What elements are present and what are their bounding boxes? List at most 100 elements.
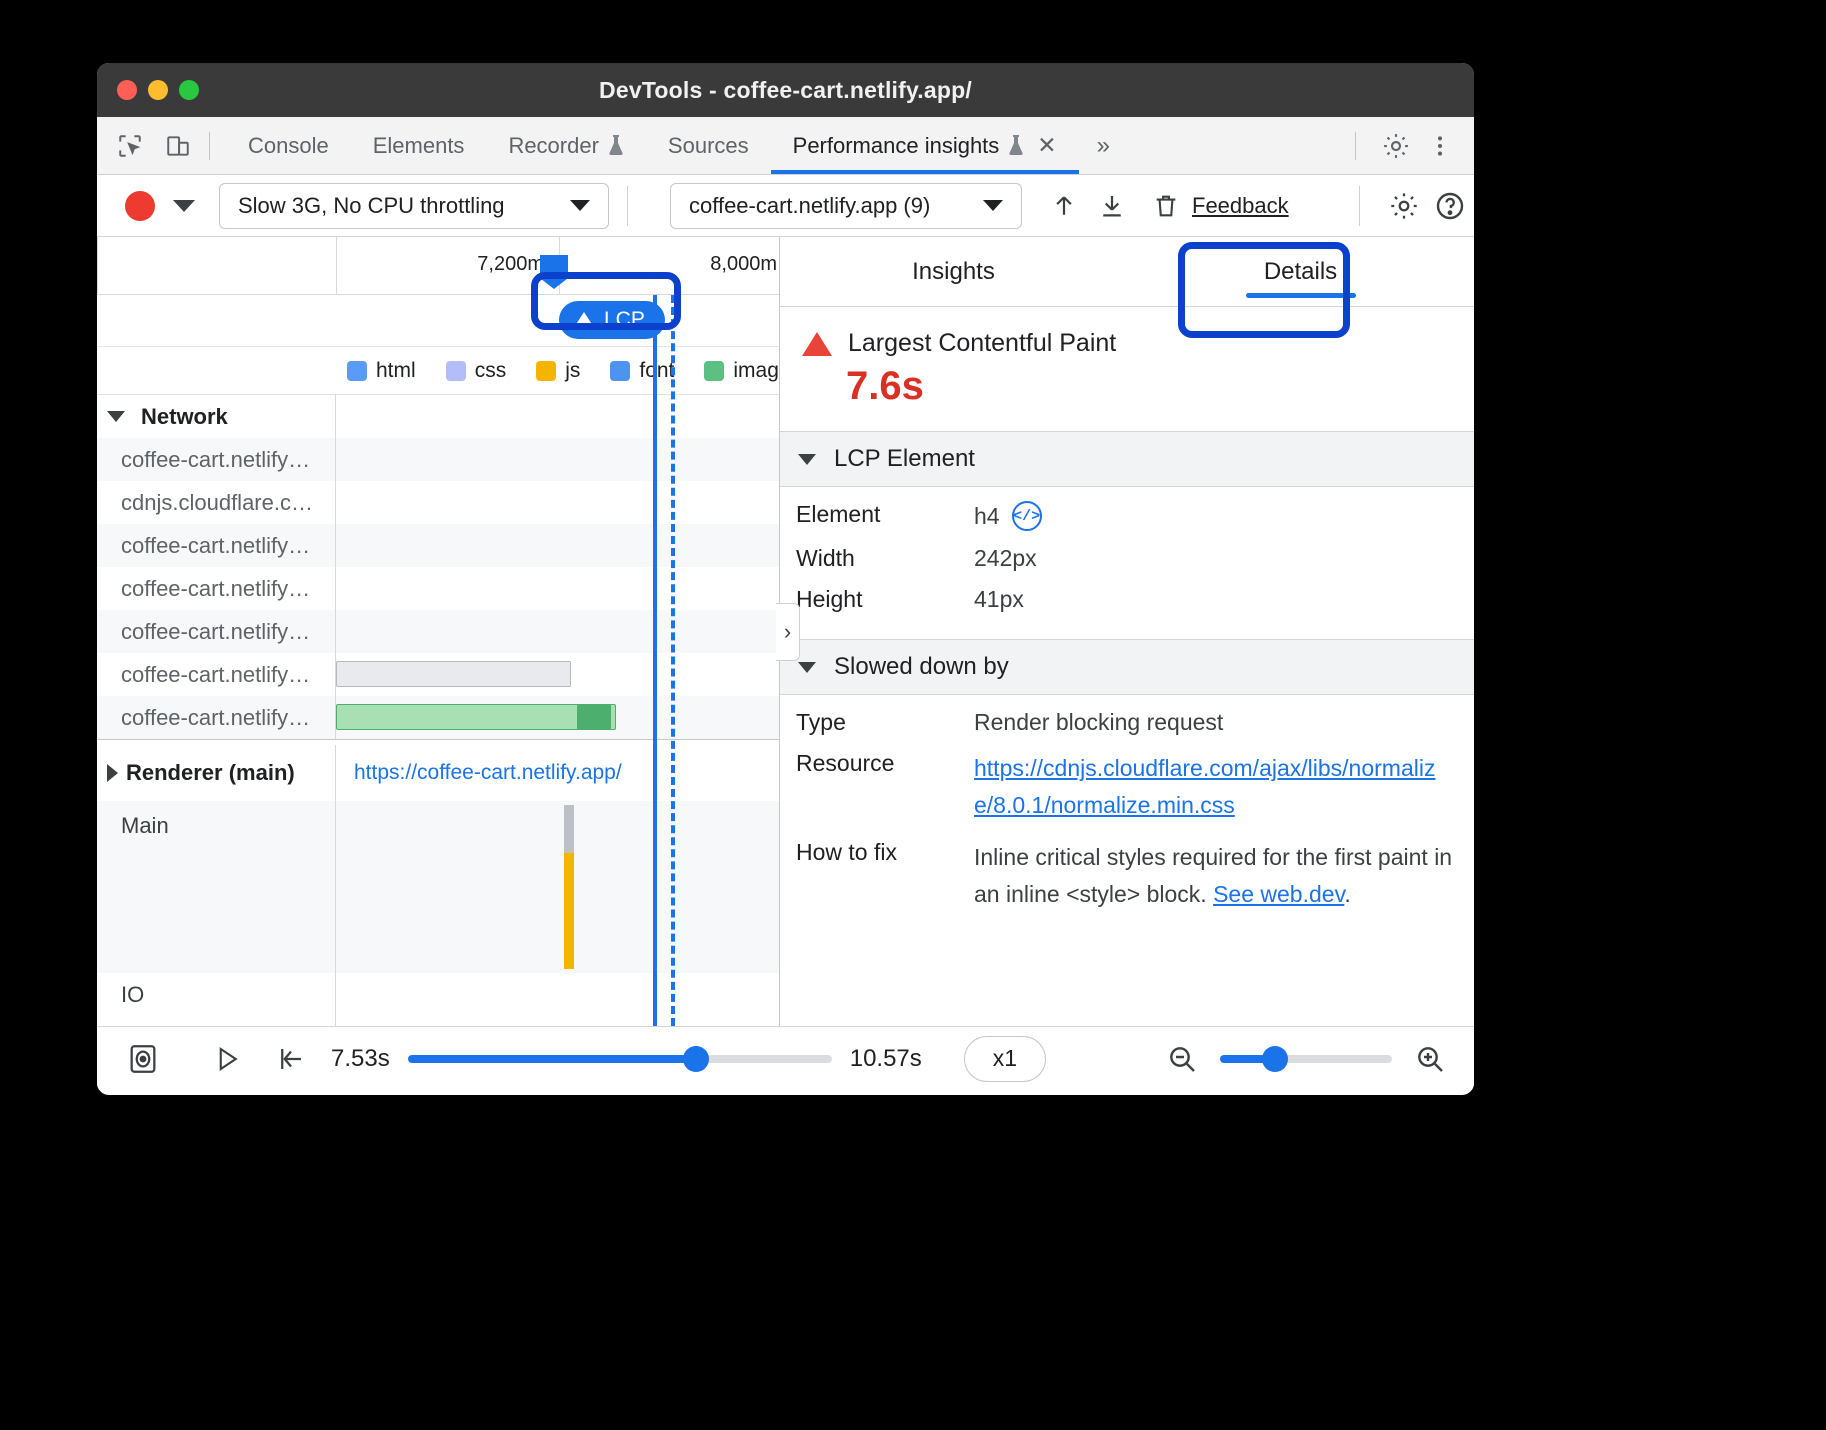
- legend-swatch: [610, 361, 630, 381]
- timeline-ruler[interactable]: 7,200ms 8,000m: [97, 237, 779, 295]
- time-range-slider[interactable]: [408, 1055, 832, 1063]
- playback-speed-button[interactable]: x1: [964, 1036, 1046, 1082]
- jump-to-start-icon[interactable]: [269, 1037, 313, 1081]
- renderer-track: https://coffee-cart.netlify.app/: [336, 745, 779, 801]
- recording-select[interactable]: coffee-cart.netlify.app (9): [670, 183, 1022, 229]
- tab-insights[interactable]: Insights: [780, 237, 1127, 306]
- service-worker-row[interactable]: Service Worker: [97, 1016, 779, 1026]
- table-row[interactable]: coffee-cart.netlify…: [97, 524, 779, 567]
- tab-elements[interactable]: Elements: [351, 117, 487, 174]
- detail-key: Width: [796, 545, 974, 572]
- chevron-down-icon[interactable]: [798, 454, 816, 465]
- trash-icon[interactable]: [1146, 186, 1186, 226]
- chevron-down-icon[interactable]: [107, 411, 125, 422]
- code-icon[interactable]: </>: [1012, 501, 1042, 531]
- experiment-flask-icon: [1008, 135, 1024, 156]
- timeline-markers-row[interactable]: LCP: [97, 295, 779, 347]
- tab-details[interactable]: Details: [1127, 237, 1474, 306]
- request-bar[interactable]: [336, 661, 571, 687]
- toolbar-divider: [209, 132, 210, 160]
- table-row[interactable]: coffee-cart.netlify…: [97, 610, 779, 653]
- device-toolbar-icon[interactable]: [163, 131, 193, 161]
- metric-title: Largest Contentful Paint: [848, 329, 1116, 358]
- chevron-right-icon[interactable]: [107, 764, 118, 782]
- range-start-time: 7.53s: [331, 1045, 390, 1073]
- record-button[interactable]: [125, 191, 155, 221]
- request-track: [336, 696, 779, 739]
- playhead-cursor[interactable]: [653, 295, 657, 1026]
- detail-row-width: Width 242px: [780, 531, 1474, 572]
- record-options-chevron-down-icon[interactable]: [173, 200, 195, 212]
- table-row[interactable]: coffee-cart.netlify…: [97, 696, 779, 739]
- section-label: Network: [141, 404, 228, 430]
- zoom-slider[interactable]: [1220, 1055, 1392, 1063]
- metric-value: 7.6s: [780, 358, 1474, 431]
- tab-recorder[interactable]: Recorder: [486, 117, 645, 174]
- table-row[interactable]: coffee-cart.netlify…: [97, 653, 779, 696]
- toolbar-divider: [627, 186, 628, 226]
- section-header-lcp-element[interactable]: LCP Element: [780, 431, 1474, 487]
- zoom-out-icon[interactable]: [1160, 1037, 1204, 1081]
- tab-sources[interactable]: Sources: [646, 117, 771, 174]
- table-row[interactable]: coffee-cart.netlify…: [97, 567, 779, 610]
- tab-performance-insights[interactable]: Performance insights ✕: [771, 117, 1079, 174]
- web-dev-link[interactable]: See web.dev: [1213, 881, 1344, 907]
- window-titlebar: DevTools - coffee-cart.netlify.app/: [97, 63, 1474, 117]
- ruler-tick-label: 8,000m: [710, 253, 777, 276]
- service-worker-track: [336, 1016, 779, 1026]
- expand-sidebar-button[interactable]: ›: [776, 603, 800, 661]
- experiment-flask-icon: [608, 135, 624, 156]
- task-block[interactable]: [564, 853, 574, 969]
- feedback-link[interactable]: Feedback: [1192, 193, 1289, 219]
- red-triangle-icon: [802, 332, 832, 356]
- detail-key: Element: [796, 501, 974, 528]
- lcp-marker-pill[interactable]: LCP: [559, 301, 665, 339]
- ruler-gridline: [97, 237, 98, 294]
- kebab-menu-icon[interactable]: [1420, 126, 1460, 166]
- gear-icon[interactable]: [1384, 186, 1424, 226]
- io-row[interactable]: IO: [97, 973, 779, 1016]
- zoom-controls: [1160, 1037, 1474, 1081]
- chevron-down-icon[interactable]: [798, 662, 816, 673]
- request-name: coffee-cart.netlify…: [97, 696, 336, 739]
- renderer-section-header[interactable]: Renderer (main) https://coffee-cart.netl…: [97, 745, 779, 801]
- request-track: [336, 653, 779, 696]
- help-icon[interactable]: [1430, 186, 1470, 226]
- close-tab-icon[interactable]: ✕: [1037, 132, 1056, 159]
- track-name: Service Worker: [97, 1016, 336, 1026]
- network-section-header[interactable]: Network: [97, 395, 779, 438]
- request-bar[interactable]: [336, 704, 616, 730]
- zoom-in-icon[interactable]: [1408, 1037, 1452, 1081]
- table-row[interactable]: cdnjs.cloudflare.c…: [97, 481, 779, 524]
- track-name: Main: [97, 801, 336, 973]
- slider-knob[interactable]: [1262, 1046, 1288, 1072]
- toolbar-divider: [1359, 186, 1360, 226]
- frame-url-link[interactable]: https://coffee-cart.netlify.app/: [336, 761, 622, 784]
- main-thread-row[interactable]: Main: [97, 801, 779, 973]
- panel-tabs: Console Elements Recorder Sources Perfor…: [226, 117, 1128, 174]
- legend-item-font: font: [610, 359, 674, 383]
- gear-icon[interactable]: [1376, 126, 1416, 166]
- upload-icon[interactable]: [1044, 186, 1084, 226]
- legend-label: image: [733, 359, 779, 383]
- table-row[interactable]: coffee-cart.netlify…: [97, 438, 779, 481]
- timeline-pane[interactable]: 7,200ms 8,000m LCP html: [97, 237, 779, 1026]
- throttling-value: Slow 3G, No CPU throttling: [238, 193, 544, 219]
- resource-link[interactable]: https://cdnjs.cloudflare.com/ajax/libs/n…: [974, 750, 1454, 825]
- legend-swatch: [446, 361, 466, 381]
- filmstrip-icon[interactable]: [121, 1037, 165, 1081]
- recording-value: coffee-cart.netlify.app (9): [689, 193, 957, 219]
- throttling-select[interactable]: Slow 3G, No CPU throttling: [219, 183, 609, 229]
- request-bar-download[interactable]: [577, 704, 611, 730]
- play-icon[interactable]: [205, 1037, 249, 1081]
- toolbar-divider: [1355, 132, 1356, 160]
- toolbar-right-actions: [1341, 186, 1474, 226]
- tab-console[interactable]: Console: [226, 117, 351, 174]
- more-tabs-icon[interactable]: »: [1079, 132, 1128, 160]
- task-block[interactable]: [564, 805, 574, 853]
- request-name: coffee-cart.netlify…: [97, 524, 336, 567]
- download-icon[interactable]: [1092, 186, 1132, 226]
- slider-knob[interactable]: [683, 1046, 709, 1072]
- inspect-icon[interactable]: [115, 131, 145, 161]
- section-header-slowed-down-by[interactable]: Slowed down by: [780, 639, 1474, 695]
